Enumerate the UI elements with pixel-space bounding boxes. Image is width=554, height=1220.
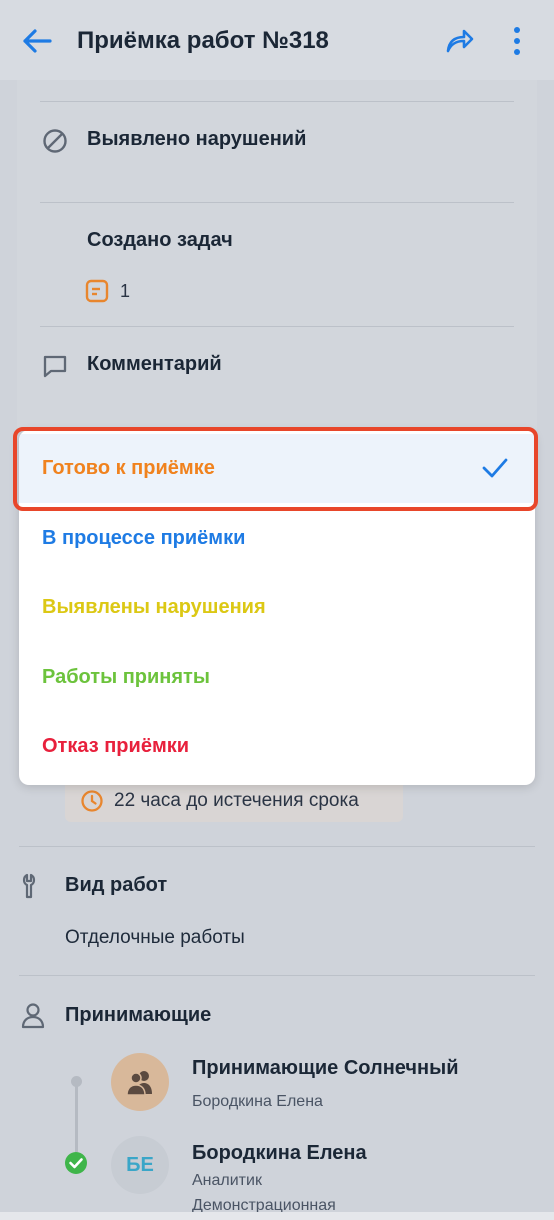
divider — [19, 846, 535, 847]
receiver-name: Бородкина Елена — [192, 1142, 367, 1164]
more-vertical-icon[interactable] — [508, 24, 526, 58]
status-option-violations[interactable]: Выявлены нарушения — [19, 573, 535, 642]
option-label: Выявлены нарушения — [42, 596, 266, 618]
tasks-count: 1 — [120, 281, 131, 301]
timeline-line — [75, 1082, 78, 1152]
status-option-in-progress[interactable]: В процессе приёмки — [19, 504, 535, 573]
option-label: Работы приняты — [42, 666, 210, 688]
status-option-accepted[interactable]: Работы приняты — [19, 643, 535, 712]
comment-icon — [43, 355, 67, 378]
tasks-label: Создано задач — [87, 229, 233, 251]
divider — [40, 326, 514, 327]
wrench-icon — [22, 873, 36, 899]
violation-icon — [43, 129, 67, 153]
comment-label[interactable]: Комментарий — [87, 353, 222, 376]
divider — [40, 101, 514, 102]
deadline-chip: 22 часа до истечения срока — [65, 783, 403, 822]
clock-icon — [81, 790, 103, 812]
receiver-name: Принимающие Солнечный — [192, 1057, 459, 1079]
receiver-role: Аналитик — [192, 1172, 262, 1189]
receiver-sub: Бородкина Елена — [192, 1093, 323, 1110]
page-title: Приёмка работ №318 — [77, 27, 329, 54]
option-label: Отказ приёмки — [42, 735, 190, 757]
deadline-text: 22 часа до истечения срока — [114, 790, 359, 811]
user-icon — [21, 1003, 45, 1029]
arrow-left-icon[interactable] — [20, 24, 54, 58]
avatar: БЕ — [111, 1136, 169, 1194]
status-option-rejected[interactable]: Отказ приёмки — [19, 712, 535, 781]
timeline-dot — [71, 1076, 82, 1087]
work-type-title: Вид работ — [65, 874, 168, 896]
receivers-title: Принимающие — [65, 1004, 212, 1026]
divider — [40, 202, 514, 203]
divider — [19, 975, 535, 976]
avatar-initials: БЕ — [126, 1154, 154, 1176]
share-icon[interactable] — [444, 26, 474, 56]
avatar-group — [111, 1053, 169, 1111]
work-type-value: Отделочные работы — [65, 927, 245, 948]
task-icon — [85, 279, 109, 303]
app-header: Приёмка работ №318 — [0, 0, 554, 80]
option-label: В процессе приёмки — [42, 527, 246, 549]
selection-highlight — [13, 427, 538, 511]
check-circle-icon — [65, 1152, 87, 1174]
violations-label: Выявлено нарушений — [87, 128, 307, 150]
bottom-bar — [0, 1212, 554, 1220]
group-icon — [126, 1071, 152, 1096]
